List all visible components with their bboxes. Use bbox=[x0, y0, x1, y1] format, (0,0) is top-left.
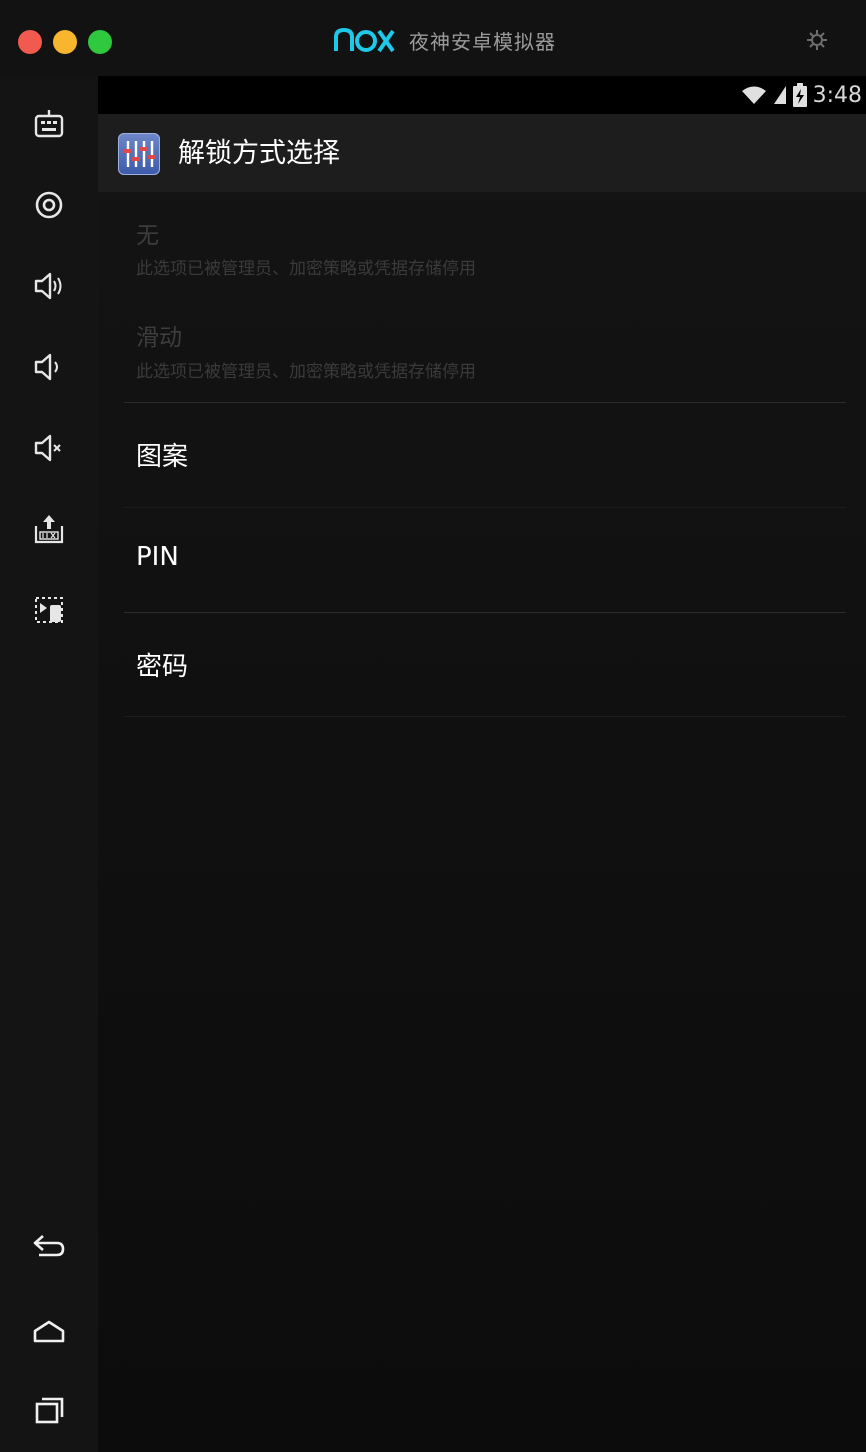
option-pin[interactable]: PIN bbox=[124, 508, 846, 612]
option-title: 无 bbox=[136, 223, 159, 249]
list-divider bbox=[124, 716, 846, 717]
action-bar: 解锁方式选择 bbox=[98, 114, 866, 192]
settings-gear-icon[interactable] bbox=[805, 28, 829, 52]
page-title: 解锁方式选择 bbox=[178, 138, 340, 169]
back-icon[interactable] bbox=[27, 1225, 71, 1269]
option-title: 滑动 bbox=[136, 325, 182, 351]
option-none[interactable]: 无 此选项已被管理员、加密策略或凭据存储停用 bbox=[124, 192, 846, 296]
status-bar: 3:48 bbox=[98, 76, 866, 114]
mute-icon[interactable] bbox=[27, 426, 71, 470]
recents-icon[interactable] bbox=[27, 1389, 71, 1433]
option-swipe[interactable]: 滑动 此选项已被管理员、加密策略或凭据存储停用 bbox=[124, 296, 846, 400]
android-screen: 3:48 解锁方式选择 无 此选项已被管理员、加密策略或凭据存储停用 滑动 此选… bbox=[98, 76, 866, 1452]
option-title: 密码 bbox=[136, 652, 189, 682]
keyboard-icon[interactable] bbox=[27, 102, 71, 146]
home-icon[interactable] bbox=[27, 1310, 71, 1354]
option-summary: 此选项已被管理员、加密策略或凭据存储停用 bbox=[136, 362, 476, 382]
apk-install-icon[interactable] bbox=[27, 507, 71, 551]
battery-icon bbox=[792, 83, 807, 107]
emulator-toolbar bbox=[0, 76, 98, 1452]
nox-logo-icon bbox=[334, 27, 395, 53]
window-title: 夜神安卓模拟器 bbox=[409, 29, 556, 54]
wifi-icon bbox=[741, 86, 766, 104]
emulator-brand: 夜神安卓模拟器 bbox=[333, 22, 556, 58]
volume-up-icon[interactable] bbox=[27, 264, 71, 308]
option-title: PIN bbox=[136, 542, 179, 572]
minimize-window-button[interactable] bbox=[53, 30, 77, 54]
option-title: 图案 bbox=[136, 442, 189, 472]
signal-icon bbox=[773, 86, 786, 104]
window-controls bbox=[18, 30, 112, 54]
zoom-window-button[interactable] bbox=[88, 30, 112, 54]
screenshot-icon[interactable] bbox=[27, 588, 71, 632]
status-icons: 3:48 bbox=[741, 80, 862, 110]
close-window-button[interactable] bbox=[18, 30, 42, 54]
option-password[interactable]: 密码 bbox=[124, 613, 846, 717]
emulator-title-bar: 夜神安卓模拟器 bbox=[0, 0, 866, 76]
settings-app-icon[interactable] bbox=[118, 133, 160, 175]
volume-down-icon[interactable] bbox=[27, 345, 71, 389]
status-clock: 3:48 bbox=[812, 82, 862, 108]
location-icon[interactable] bbox=[27, 183, 71, 227]
option-pattern[interactable]: 图案 bbox=[124, 403, 846, 507]
option-summary: 此选项已被管理员、加密策略或凭据存储停用 bbox=[136, 259, 476, 279]
